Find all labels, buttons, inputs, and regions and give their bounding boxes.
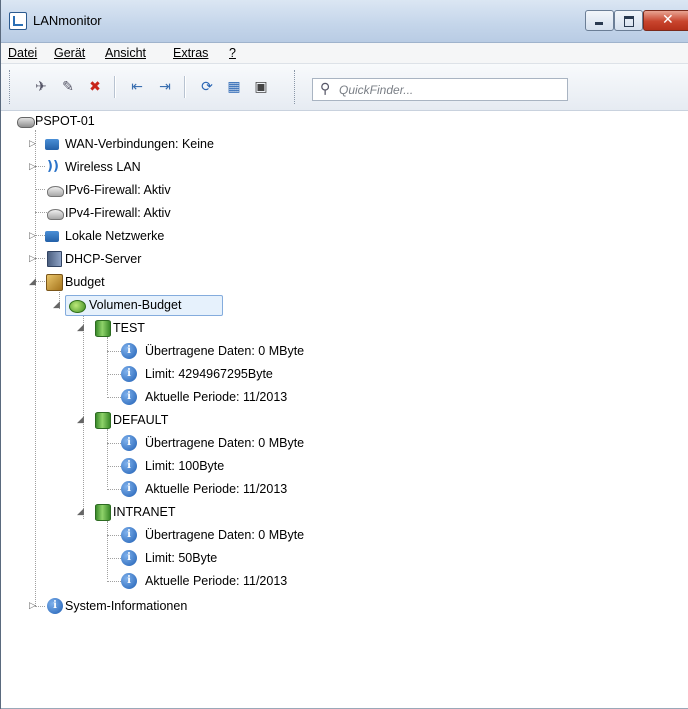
search-icon: ⚲ [320,81,331,97]
menu-ansicht[interactable]: Ansicht [105,46,146,60]
expand-arrow-icon[interactable]: ▷ [29,162,36,172]
expand-arrow-icon[interactable]: ▷ [29,601,36,611]
database-icon [95,504,111,521]
search-device-icon[interactable]: ✎ [58,77,78,97]
lock-icon[interactable]: ▣ [251,77,271,97]
info-icon: i [121,458,137,474]
tree-item-wlan[interactable]: ▷ )) Wireless LAN [27,157,227,177]
tree-item-period[interactable]: i Aktuelle Periode: 11/2013 [99,571,399,591]
menu-geraet[interactable]: Gerät [54,46,85,60]
database-icon [95,412,111,429]
expand-arrow-icon[interactable]: ▷ [29,139,36,149]
table-icon[interactable]: ▦ [224,77,244,97]
menu-help[interactable]: ? [229,46,236,60]
network-icon [45,231,59,242]
tree-item-data[interactable]: i Übertragene Daten: 0 MByte [99,525,399,545]
app-window: LANmonitor ✕ Datei Gerät Ansicht Extras … [0,0,688,709]
close-icon: ✕ [662,12,674,28]
network-icon [45,139,59,150]
maximize-icon [624,16,634,27]
tree-item-limit[interactable]: i Limit: 4294967295Byte [99,364,399,384]
menu-datei[interactable]: Datei [8,46,37,60]
collapse-arrow-icon[interactable]: ◢ [77,415,84,425]
close-button[interactable]: ✕ [643,10,688,31]
budget-icon [46,274,63,291]
tree-item-period[interactable]: i Aktuelle Periode: 11/2013 [99,479,399,499]
connect-icon[interactable]: ✈ [31,77,51,97]
toolbar-separator [114,76,116,98]
title-bar: LANmonitor ✕ [1,0,688,43]
window-title: LANmonitor [33,13,102,28]
info-icon: i [121,550,137,566]
forward-icon[interactable]: ⇥ [155,77,175,97]
tree-item-dhcp[interactable]: ▷ DHCP-Server [27,249,227,269]
tree-item-data[interactable]: i Übertragene Daten: 0 MByte [99,341,399,361]
tree-item-limit[interactable]: i Limit: 50Byte [99,548,399,568]
volume-icon [69,300,86,313]
toolbar-separator [184,76,186,98]
info-icon: i [47,598,63,614]
tree-root-pspot[interactable]: PSPOT-01 [11,111,211,131]
tree-item-group-intranet[interactable]: ◢ INTRANET [75,502,275,522]
tree-item-system-info[interactable]: ▷ i System-Informationen [27,596,287,616]
tree-item-period[interactable]: i Aktuelle Periode: 11/2013 [99,387,399,407]
info-icon: i [121,527,137,543]
firewall-icon [47,186,64,197]
quickfinder-input[interactable]: ⚲ QuickFinder... [312,78,568,101]
tree-item-budget[interactable]: ◢ Budget [27,272,227,292]
minimize-button[interactable] [585,10,614,31]
tree-item-data[interactable]: i Übertragene Daten: 0 MByte [99,433,399,453]
tree-item-group-default[interactable]: ◢ DEFAULT [75,410,275,430]
collapse-arrow-icon[interactable]: ◢ [77,323,84,333]
maximize-button[interactable] [614,10,643,31]
menu-extras[interactable]: Extras [173,46,208,60]
refresh-icon[interactable]: ⟳ [197,77,217,97]
minimize-icon [595,22,603,25]
menu-bar: Datei Gerät Ansicht Extras ? [1,43,688,64]
quickfinder-placeholder: QuickFinder... [339,83,414,97]
wireless-icon: )) [47,159,59,174]
tree-item-wan[interactable]: ▷ WAN-Verbindungen: Keine [27,134,287,154]
app-logo-icon [9,12,27,30]
back-icon[interactable]: ⇤ [127,77,147,97]
tree-item-group-test[interactable]: ◢ TEST [75,318,275,338]
expand-arrow-icon[interactable]: ▷ [29,254,36,264]
tree-item-ipv6-firewall[interactable]: IPv6-Firewall: Aktiv [27,180,227,200]
info-icon: i [121,481,137,497]
tree-item-volumen-budget[interactable]: ◢ Volumen-Budget [51,295,251,316]
toolbar-grip[interactable] [9,70,13,104]
collapse-arrow-icon[interactable]: ◢ [77,507,84,517]
router-icon [17,117,35,128]
info-icon: i [121,366,137,382]
expand-arrow-icon[interactable]: ▷ [29,231,36,241]
toolbar: ✈ ✎ ✖ ⇤ ⇥ ⟳ ▦ ▣ ⚲ QuickFinder... [1,64,688,111]
delete-icon[interactable]: ✖ [85,77,105,97]
device-tree[interactable]: PSPOT-01 ▷ WAN-Verbindungen: Keine ▷ )) … [1,111,688,709]
tree-guide-line [35,130,36,606]
collapse-arrow-icon[interactable]: ◢ [53,300,60,310]
tree-item-ipv4-firewall[interactable]: IPv4-Firewall: Aktiv [27,203,227,223]
server-icon [47,251,62,267]
toolbar-grip[interactable] [294,70,298,104]
info-icon: i [121,343,137,359]
database-icon [95,320,111,337]
info-icon: i [121,573,137,589]
info-icon: i [121,389,137,405]
firewall-icon [47,209,64,220]
info-icon: i [121,435,137,451]
tree-item-limit[interactable]: i Limit: 100Byte [99,456,399,476]
tree-item-lan[interactable]: ▷ Lokale Netzwerke [27,226,227,246]
collapse-arrow-icon[interactable]: ◢ [29,277,36,287]
